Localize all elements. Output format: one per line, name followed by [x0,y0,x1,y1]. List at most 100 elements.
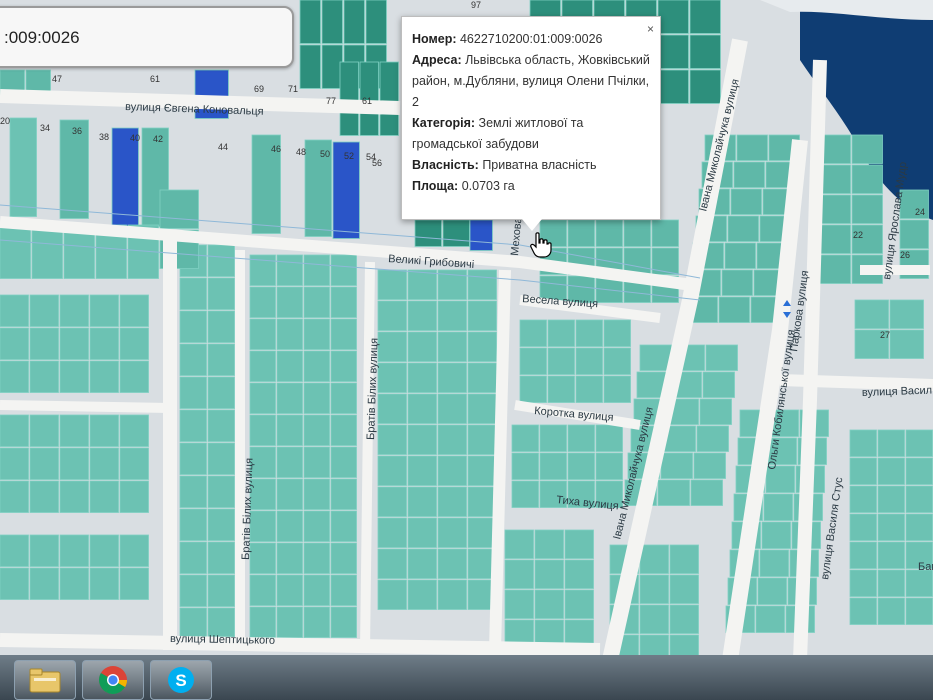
land-parcel[interactable] [899,219,929,249]
land-parcel[interactable] [407,269,437,300]
land-parcel[interactable] [407,424,437,455]
land-parcel[interactable] [595,424,623,452]
land-parcel[interactable] [657,479,690,506]
land-parcel[interactable] [303,318,330,350]
land-parcel[interactable] [0,480,29,513]
land-parcel[interactable] [669,574,699,604]
land-parcel[interactable] [89,447,119,480]
land-parcel[interactable] [159,189,199,229]
land-parcel[interactable] [249,510,276,542]
land-parcel[interactable] [207,508,235,541]
land-parcel[interactable] [511,452,539,480]
land-parcel[interactable] [905,485,933,513]
land-parcel[interactable] [179,343,207,376]
land-parcel[interactable] [407,331,437,362]
land-parcel[interactable] [249,542,276,574]
land-parcel[interactable] [504,529,534,559]
close-icon[interactable]: × [647,19,654,40]
land-parcel[interactable] [207,442,235,475]
land-parcel[interactable] [377,393,407,424]
land-parcel[interactable] [755,605,785,633]
land-parcel[interactable] [29,327,59,360]
land-parcel[interactable] [407,393,437,424]
land-parcel[interactable] [207,310,235,343]
land-parcel[interactable] [179,409,207,442]
land-parcel[interactable] [330,606,357,638]
land-parcel[interactable] [689,69,721,104]
land-parcel[interactable] [761,521,791,549]
land-parcel[interactable] [467,455,497,486]
land-parcel[interactable] [757,577,787,605]
land-parcel[interactable] [249,350,276,382]
land-parcel[interactable] [377,455,407,486]
land-parcel[interactable] [504,589,534,619]
land-parcel[interactable] [249,574,276,606]
land-parcel[interactable] [849,597,877,625]
land-parcel[interactable] [623,219,651,247]
land-parcel[interactable] [407,548,437,579]
land-parcel[interactable] [467,269,497,300]
land-parcel[interactable] [207,541,235,574]
land-parcel[interactable] [534,529,564,559]
land-parcel[interactable] [905,597,933,625]
land-parcel[interactable] [567,424,595,452]
land-parcel[interactable] [179,475,207,508]
land-parcel[interactable] [437,393,467,424]
land-parcel[interactable] [207,475,235,508]
land-parcel[interactable] [330,382,357,414]
land-parcel[interactable] [690,479,723,506]
land-parcel[interactable] [905,429,933,457]
land-parcel[interactable] [377,517,407,548]
land-parcel[interactable] [276,574,303,606]
land-parcel[interactable] [437,424,467,455]
land-parcel[interactable] [249,382,276,414]
land-parcel[interactable] [511,424,539,452]
land-parcel[interactable] [276,382,303,414]
land-parcel[interactable] [276,318,303,350]
land-parcel[interactable] [819,164,851,194]
land-parcel[interactable] [303,446,330,478]
land-parcel[interactable] [377,362,407,393]
land-parcel[interactable] [407,517,437,548]
land-parcel[interactable] [851,194,883,224]
land-parcel[interactable] [437,579,467,610]
land-parcel[interactable] [179,574,207,607]
land-parcel[interactable] [603,319,631,347]
land-parcel[interactable] [657,0,689,34]
land-parcel[interactable] [519,347,547,375]
land-parcel[interactable] [377,486,407,517]
land-parcel[interactable] [303,542,330,574]
land-parcel[interactable] [365,0,387,44]
land-parcel[interactable] [702,371,735,398]
land-parcel[interactable] [179,376,207,409]
land-parcel[interactable] [877,485,905,513]
land-parcel[interactable] [849,541,877,569]
land-parcel[interactable] [377,269,407,300]
land-parcel[interactable] [276,254,303,286]
land-parcel[interactable] [303,254,330,286]
land-parcel[interactable] [669,604,699,634]
land-parcel[interactable] [733,161,765,188]
land-parcel[interactable] [437,517,467,548]
land-parcel[interactable] [119,480,149,513]
land-parcel[interactable] [299,44,321,89]
land-parcel[interactable] [851,164,883,194]
land-parcel[interactable] [179,310,207,343]
land-parcel[interactable] [877,597,905,625]
land-parcel[interactable] [179,277,207,310]
land-parcel[interactable] [59,294,89,327]
land-parcel[interactable] [0,534,29,567]
land-parcel[interactable] [437,362,467,393]
land-parcel[interactable] [575,347,603,375]
land-parcel[interactable] [303,606,330,638]
land-parcel[interactable] [819,194,851,224]
land-parcel[interactable] [89,327,119,360]
land-parcel[interactable] [689,0,721,34]
land-parcel[interactable] [519,319,547,347]
land-parcel[interactable] [819,254,851,284]
land-parcel[interactable] [534,589,564,619]
land-parcel[interactable] [759,549,789,577]
land-parcel[interactable] [877,457,905,485]
land-parcel[interactable] [854,299,889,329]
land-parcel[interactable] [59,327,89,360]
